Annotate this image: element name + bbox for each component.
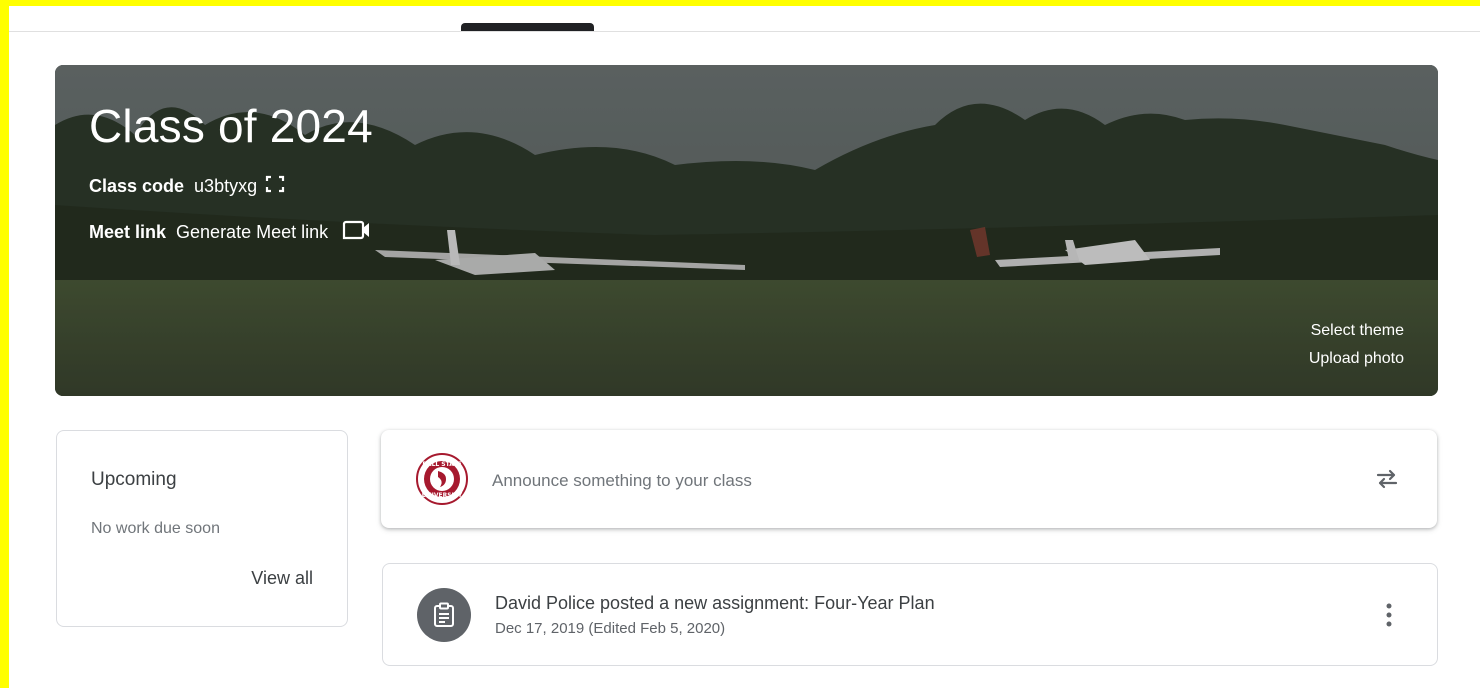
select-theme-link[interactable]: Select theme [1311, 322, 1404, 340]
post-headline[interactable]: David Police posted a new assignment: Fo… [495, 593, 935, 614]
upload-photo-link[interactable]: Upload photo [1309, 350, 1404, 368]
school-logo-avatar: BALL STATE UNIVERSITY [416, 453, 468, 505]
view-all-link[interactable]: View all [251, 568, 313, 589]
meet-link-label: Meet link [89, 222, 167, 242]
active-tab-indicator [461, 23, 594, 31]
more-vert-icon[interactable] [1379, 600, 1399, 630]
avatar-text-bottom: UNIVERSITY [422, 492, 463, 499]
announce-box[interactable]: BALL STATE UNIVERSITY Announce something… [381, 430, 1437, 528]
class-code-row: Class code u3btyxg [89, 175, 285, 198]
meet-link-row: Meet link Generate Meet link [89, 219, 372, 246]
class-banner: Class of 2024 Class code u3btyxg Meet li… [55, 65, 1438, 396]
assignment-icon [417, 588, 471, 642]
frame-left-border [0, 0, 9, 688]
class-title: Class of 2024 [89, 100, 373, 152]
post-date: Dec 17, 2019 (Edited Feb 5, 2020) [495, 620, 726, 637]
generate-meet-link[interactable]: Generate Meet link [176, 222, 328, 243]
upcoming-title: Upcoming [91, 469, 177, 490]
avatar-text-top: BALL STATE [422, 461, 461, 468]
upcoming-empty-text: No work due soon [91, 520, 220, 537]
assignment-post[interactable]: David Police posted a new assignment: Fo… [382, 563, 1438, 666]
announce-placeholder[interactable]: Announce something to your class [492, 471, 752, 491]
top-tab-bar [9, 6, 1480, 32]
class-code-label: Class code [89, 176, 185, 196]
upcoming-card: Upcoming No work due soon View all [56, 430, 348, 627]
repost-icon[interactable] [1373, 465, 1401, 493]
video-camera-icon[interactable] [342, 219, 372, 246]
fullscreen-icon[interactable] [265, 175, 285, 198]
class-code-value: u3btyxg [194, 176, 258, 196]
